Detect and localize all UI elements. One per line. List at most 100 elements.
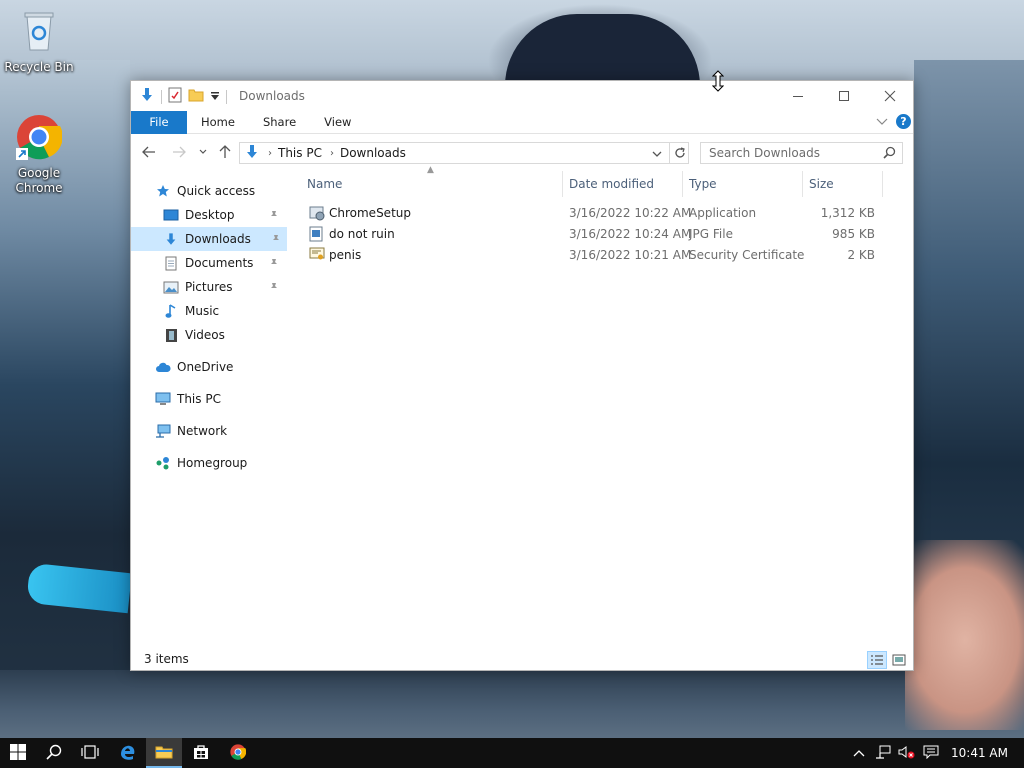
navigation-pane: Quick access Desktop Downloads Documents… (131, 175, 291, 655)
close-button[interactable] (867, 81, 913, 111)
recent-locations-button[interactable] (194, 143, 212, 161)
address-dropdown-icon[interactable] (652, 147, 662, 161)
search-icon[interactable] (883, 146, 896, 162)
ribbon-tabs: File Home Share View (131, 111, 913, 134)
tab-share[interactable]: Share (249, 111, 310, 134)
breadcrumb-chevron-icon[interactable]: › (330, 148, 334, 159)
wallpaper-bottom (0, 670, 1024, 738)
taskbar-chrome[interactable] (220, 738, 256, 768)
pictures-icon (163, 279, 179, 295)
recycle-bin-icon (1, 8, 77, 58)
up-button[interactable] (216, 143, 234, 161)
nav-music[interactable]: Music (163, 299, 285, 323)
file-size: 985 KB (832, 227, 875, 241)
properties-icon[interactable] (168, 87, 182, 106)
minimize-button[interactable] (775, 81, 821, 111)
item-count: 3 items (144, 652, 189, 666)
tab-view[interactable]: View (310, 111, 365, 134)
chevron-up-icon (853, 746, 865, 760)
monitor-icon (155, 391, 171, 407)
notification-icon (923, 745, 939, 762)
taskbar-file-explorer[interactable] (146, 738, 182, 768)
file-type: JPG File (689, 227, 733, 241)
task-view-icon (81, 744, 99, 763)
column-header-type[interactable]: Type (683, 171, 803, 197)
taskbar-edge[interactable] (109, 738, 145, 768)
music-note-icon (163, 303, 179, 319)
title-bar[interactable]: Downloads (131, 81, 913, 111)
file-row[interactable]: ChromeSetup 3/16/2022 10:22 AM Applicati… (301, 203, 881, 224)
file-row[interactable]: do not ruin 3/16/2022 10:24 AM JPG File … (301, 224, 881, 245)
tab-home[interactable]: Home (187, 111, 249, 134)
download-arrow-icon (139, 87, 155, 106)
breadcrumb-this-pc[interactable]: This PC (278, 146, 322, 160)
back-button[interactable] (140, 143, 158, 161)
column-header-date-modified[interactable]: Date modified (563, 171, 683, 197)
qat-separator (226, 89, 227, 104)
desktop-icon-google-chrome[interactable]: Google Chrome (1, 114, 77, 196)
film-icon (163, 327, 179, 343)
forward-button[interactable] (170, 143, 188, 161)
breadcrumb-chevron-icon[interactable]: › (268, 148, 272, 159)
nav-label: Desktop (185, 208, 235, 222)
wallpaper-hand (905, 540, 1024, 730)
customize-qat-icon[interactable] (210, 90, 220, 104)
search-taskbar-button[interactable] (36, 738, 72, 768)
nav-videos[interactable]: Videos (163, 323, 285, 347)
maximize-button[interactable] (821, 81, 867, 111)
search-icon (46, 744, 62, 763)
pin-icon[interactable] (271, 233, 281, 247)
speaker-muted-icon (898, 745, 916, 762)
status-bar: 3 items (131, 649, 913, 671)
pin-icon[interactable] (269, 257, 279, 271)
image-file-icon (309, 226, 323, 245)
address-bar[interactable]: › This PC › Downloads (239, 142, 689, 164)
taskbar-clock[interactable]: 10:41 AM (951, 746, 1008, 760)
pin-icon[interactable] (269, 209, 279, 223)
certificate-icon (309, 247, 325, 265)
volume-tray-button[interactable] (895, 738, 919, 768)
download-arrow-icon (163, 231, 179, 247)
desktop-icon-recycle-bin[interactable]: Recycle Bin (1, 8, 77, 75)
nav-label: OneDrive (177, 360, 234, 374)
tab-file[interactable]: File (131, 111, 187, 134)
file-row[interactable]: penis 3/16/2022 10:21 AM Security Certif… (301, 245, 881, 266)
file-name: penis (329, 248, 362, 262)
quick-access-toolbar (139, 87, 227, 106)
taskbar-store[interactable] (183, 738, 219, 768)
nav-downloads[interactable]: Downloads (131, 227, 287, 251)
nav-label: Downloads (185, 232, 251, 246)
search-box[interactable] (700, 142, 903, 164)
new-folder-icon[interactable] (188, 87, 204, 106)
column-header-name[interactable]: Name (301, 171, 563, 197)
column-header-size[interactable]: Size (803, 171, 883, 197)
large-icons-view-button[interactable] (889, 651, 909, 669)
file-size: 2 KB (847, 248, 875, 262)
nav-this-pc[interactable]: This PC (155, 387, 285, 411)
start-button[interactable] (0, 738, 36, 768)
pin-icon[interactable] (269, 281, 279, 295)
nav-documents[interactable]: Documents (163, 251, 285, 275)
details-view-button[interactable] (867, 651, 887, 669)
downloads-location-icon (244, 144, 260, 163)
file-type: Security Certificate (689, 248, 805, 262)
nav-onedrive[interactable]: OneDrive (155, 355, 285, 379)
desktop-icon-label: Recycle Bin (4, 60, 74, 74)
task-view-button[interactable] (72, 738, 108, 768)
network-icon (875, 745, 891, 762)
show-hidden-icons-button[interactable] (847, 738, 871, 768)
search-input[interactable] (709, 146, 879, 160)
network-tray-button[interactable] (871, 738, 895, 768)
nav-desktop[interactable]: Desktop (163, 203, 285, 227)
network-icon (155, 423, 171, 439)
action-center-button[interactable] (919, 738, 943, 768)
nav-pictures[interactable]: Pictures (163, 275, 285, 299)
nav-network[interactable]: Network (155, 419, 285, 443)
help-icon[interactable]: ? (896, 114, 911, 129)
expand-ribbon-icon[interactable] (876, 115, 888, 129)
chrome-icon (230, 743, 247, 763)
refresh-button[interactable] (669, 142, 689, 164)
nav-homegroup[interactable]: Homegroup (155, 451, 285, 475)
nav-quick-access[interactable]: Quick access (155, 179, 285, 203)
breadcrumb-downloads[interactable]: Downloads (340, 146, 406, 160)
